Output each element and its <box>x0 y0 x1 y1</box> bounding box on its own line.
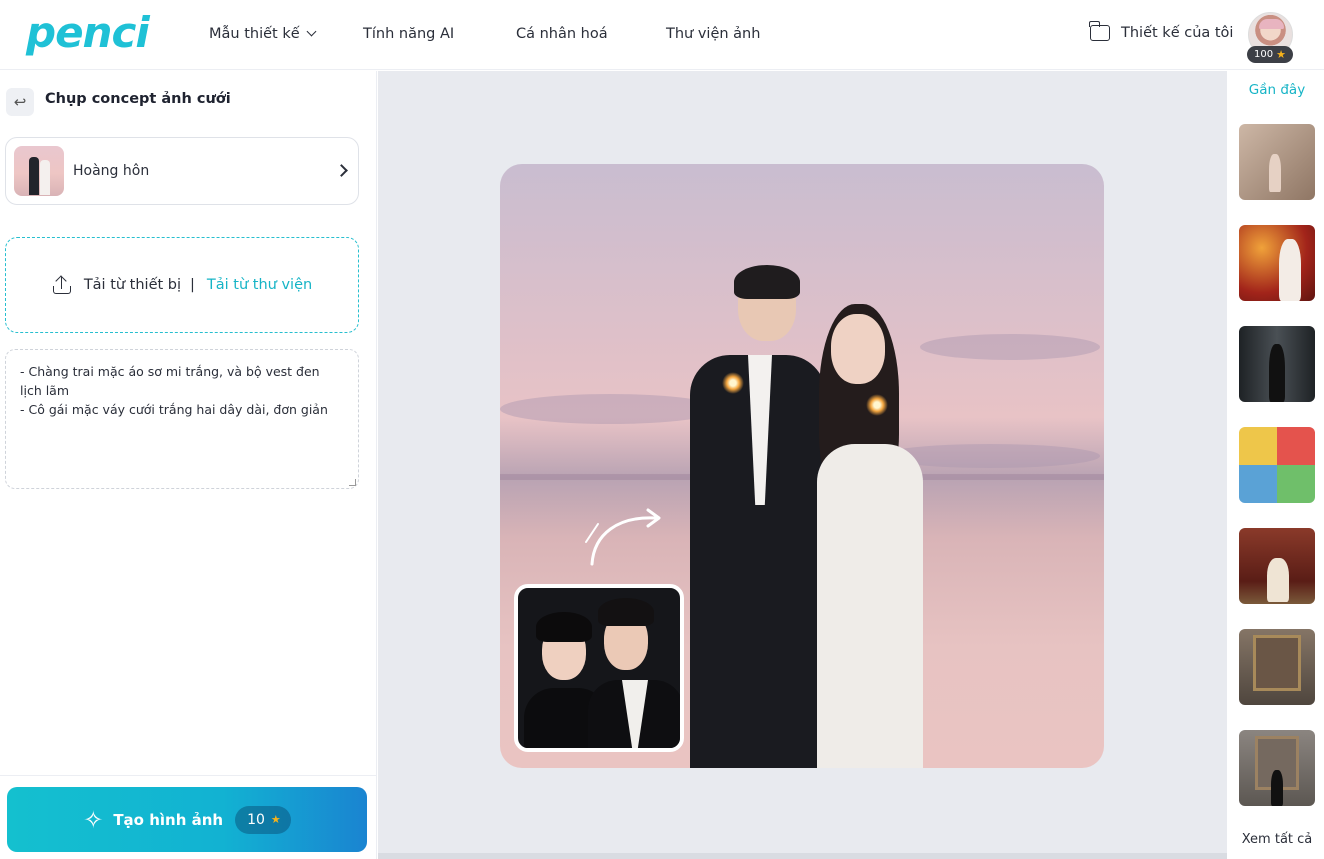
sparkle-icon: ✧ <box>83 805 104 834</box>
my-designs-label: Thiết kế của tôi <box>1121 25 1234 41</box>
style-thumbnail <box>14 146 64 196</box>
chevron-down-icon <box>306 26 317 37</box>
divider <box>0 775 376 776</box>
upload-icon <box>52 275 72 295</box>
recent-thumb-1[interactable] <box>1239 124 1315 200</box>
source-photo-inset <box>514 584 684 752</box>
recent-thumb-6[interactable] <box>1239 629 1315 705</box>
generate-cost-value: 10 <box>247 811 265 828</box>
nav-image-library[interactable]: Thư viện ảnh <box>666 22 760 46</box>
generate-label: Tạo hình ảnh <box>113 810 224 829</box>
recent-thumb-2[interactable] <box>1239 225 1315 301</box>
sample-preview-image <box>500 164 1104 768</box>
textarea-resize-handle[interactable] <box>349 479 356 486</box>
sparkler-icon <box>866 394 888 416</box>
recent-thumb-7[interactable] <box>1239 730 1315 806</box>
style-name: Hoàng hôn <box>73 163 150 179</box>
recent-title: Gần đây <box>1248 82 1306 98</box>
my-designs-link[interactable]: Thiết kế của tôi <box>1089 21 1234 45</box>
star-icon: ★ <box>270 813 281 826</box>
curved-arrow-icon <box>585 508 661 566</box>
view-all-link[interactable]: Xem tất cả <box>1227 832 1324 847</box>
credit-balance-badge: 100 ★ <box>1247 46 1293 63</box>
back-arrow-icon: ↩ <box>13 93 27 111</box>
folder-icon <box>1089 21 1110 41</box>
prompt-textarea[interactable]: - Chàng trai mặc áo sơ mi trắng, và bộ v… <box>5 349 359 489</box>
panel-title: Chụp concept ảnh cưới <box>45 91 231 107</box>
nav-templates[interactable]: Mẫu thiết kế <box>209 22 317 46</box>
sparkler-icon <box>722 372 744 394</box>
generate-cost-badge: 10 ★ <box>235 805 291 834</box>
nav-ai-features[interactable]: Tính năng AI <box>363 22 454 46</box>
top-header: penci Mẫu thiết kế Tính năng AI Cá nhân … <box>0 0 1324 70</box>
upload-separator: | <box>190 277 195 293</box>
nav-personalize[interactable]: Cá nhân hoá <box>516 22 608 46</box>
upload-dropzone[interactable]: Tải từ thiết bị | Tải từ thư viện <box>5 237 359 333</box>
upload-from-device-button[interactable]: Tải từ thiết bị <box>84 277 181 293</box>
upload-from-library-button[interactable]: Tải từ thư viện <box>207 277 312 293</box>
penci-logo[interactable]: penci <box>26 8 150 58</box>
preview-canvas <box>378 71 1227 859</box>
recent-thumb-5[interactable] <box>1239 528 1315 604</box>
bride-figure <box>805 304 935 768</box>
back-button[interactable]: ↩ <box>6 88 34 116</box>
recent-sidebar: Gần đây Xem tất cả <box>1227 71 1324 859</box>
credit-balance-value: 100 <box>1254 49 1274 60</box>
chevron-right-icon <box>335 164 348 177</box>
nav-templates-label: Mẫu thiết kế <box>209 26 300 42</box>
star-icon: ★ <box>1276 48 1286 61</box>
left-panel: ↩ Chụp concept ảnh cưới Hoàng hôn Tải từ… <box>0 71 377 859</box>
recent-thumb-4[interactable] <box>1239 427 1315 503</box>
horizontal-scrollbar[interactable] <box>378 853 1227 859</box>
recent-thumb-3[interactable] <box>1239 326 1315 402</box>
generate-image-button[interactable]: ✧ Tạo hình ảnh 10 ★ <box>7 787 367 852</box>
style-selector[interactable]: Hoàng hôn <box>5 137 359 205</box>
